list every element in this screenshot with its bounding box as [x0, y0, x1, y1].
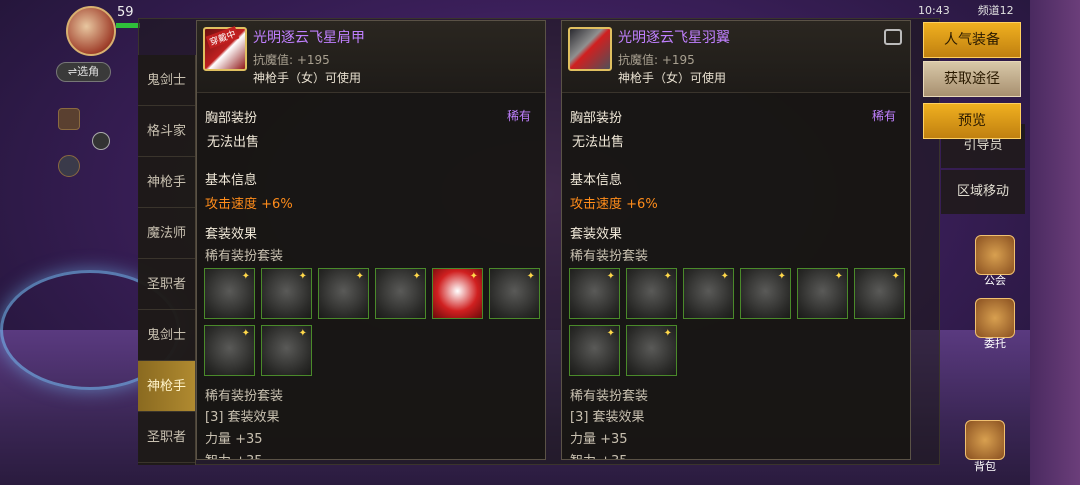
stat-intelligence: 智力 +35 — [205, 450, 263, 459]
background-pillar — [1030, 0, 1080, 485]
class-item[interactable]: 魔法师 — [138, 208, 195, 259]
attack-speed: 攻击速度 +6% — [570, 193, 658, 212]
friends-icon[interactable] — [58, 155, 80, 177]
class-item[interactable]: 圣职者 — [138, 412, 195, 463]
item-stat: 抗魔值: +195 — [253, 53, 330, 67]
set-item-slot[interactable] — [489, 268, 540, 319]
item-stat: 抗魔值: +195 — [618, 53, 695, 67]
equipped-item-tooltip: 穿戴中 光明逐云飞星肩甲 抗魔值: +195 神枪手（女）可使用 胸部装扮 稀有… — [196, 20, 546, 460]
set-item-slot[interactable] — [797, 268, 848, 319]
set-item-slot[interactable] — [261, 325, 312, 376]
item-rarity: 稀有 — [506, 109, 531, 123]
set-effect-heading: 套装效果 — [570, 227, 623, 242]
guild-icon[interactable] — [975, 235, 1015, 275]
set-name-2: 稀有装扮套装 — [570, 389, 649, 404]
character-class-list: 鬼剑士 格斗家 神枪手 魔法师 圣职者 鬼剑士 神枪手 圣职者 — [138, 55, 196, 465]
class-item[interactable]: 圣职者 — [138, 259, 195, 310]
stat-strength: 力量 +35 — [570, 432, 628, 447]
attack-speed-label: 攻击速度 — [205, 197, 258, 212]
basic-info-heading: 基本信息 — [205, 173, 258, 188]
set-name-2: 稀有装扮套装 — [205, 389, 284, 404]
switch-role-button[interactable]: ⇌选角 — [56, 62, 111, 82]
set-name: 稀有装扮套装 — [570, 249, 649, 264]
item-icon — [568, 27, 612, 71]
item-rarity: 稀有 — [871, 109, 896, 123]
item-slot: 胸部装扮 — [205, 111, 258, 126]
compare-item-tooltip: 光明逐云飞星羽翼 抗魔值: +195 神枪手（女）可使用 胸部装扮 稀有 无法出… — [561, 20, 911, 460]
set-item-slot[interactable] — [569, 325, 620, 376]
stat-strength: 力量 +35 — [205, 432, 263, 447]
equipped-tag: 穿戴中 — [205, 26, 240, 49]
basic-info-heading: 基本信息 — [570, 173, 623, 188]
set-item-slot-equipped[interactable] — [432, 268, 483, 319]
status-bar: 10:43 频道12 — [918, 2, 1014, 18]
commission-label: 委托 — [984, 337, 1006, 350]
stat-intelligence: 智力 +35 — [570, 450, 628, 459]
item-name: 光明逐云飞星肩甲 — [253, 30, 365, 46]
set-item-slot[interactable] — [204, 268, 255, 319]
item-usable-class: 神枪手（女）可使用 — [253, 71, 362, 85]
set-effect-count: [3] 套装效果 — [205, 410, 280, 425]
preview-button[interactable]: 预览 — [923, 103, 1021, 139]
commission-icon[interactable] — [975, 298, 1015, 338]
obtain-method-button[interactable]: 获取途径 — [923, 61, 1021, 97]
item-sell-status: 无法出售 — [207, 135, 260, 150]
set-item-slot[interactable] — [569, 268, 620, 319]
tooltip-header: 光明逐云飞星羽翼 抗魔值: +195 神枪手（女）可使用 — [562, 21, 910, 93]
popular-equipment-button[interactable]: 人气装备 — [923, 22, 1021, 58]
set-effect-heading: 套装效果 — [205, 227, 258, 242]
item-usable-class: 神枪手（女）可使用 — [618, 71, 727, 85]
avatar[interactable] — [66, 6, 116, 56]
share-icon[interactable] — [884, 29, 902, 45]
set-item-slot[interactable] — [261, 268, 312, 319]
class-item[interactable]: 格斗家 — [138, 106, 195, 157]
tooltip-header: 穿戴中 光明逐云飞星肩甲 抗魔值: +195 神枪手（女）可使用 — [197, 21, 545, 93]
set-item-slot[interactable] — [204, 325, 255, 376]
set-item-slot[interactable] — [318, 268, 369, 319]
set-effect-count: [3] 套装效果 — [570, 410, 645, 425]
attack-speed-value: +6% — [626, 197, 658, 212]
backpack-label: 背包 — [974, 460, 996, 473]
set-item-slot[interactable] — [683, 268, 734, 319]
item-name: 光明逐云飞星羽翼 — [618, 30, 730, 46]
set-item-slot[interactable] — [626, 268, 677, 319]
item-slot: 胸部装扮 — [570, 111, 623, 126]
class-item-selected[interactable]: 神枪手 — [138, 361, 195, 412]
status-channel: 频道12 — [977, 4, 1014, 17]
set-item-slot[interactable] — [626, 325, 677, 376]
character-icon[interactable] — [58, 108, 80, 130]
set-items-grid — [569, 268, 909, 376]
class-item[interactable]: 鬼剑士 — [138, 310, 195, 361]
class-item[interactable]: 鬼剑士 — [138, 55, 195, 106]
attack-speed-value: +6% — [261, 197, 293, 212]
set-items-grid — [204, 268, 544, 376]
status-time: 10:43 — [918, 4, 950, 17]
class-item[interactable]: 神枪手 — [138, 157, 195, 208]
item-sell-status: 无法出售 — [572, 135, 625, 150]
arrow-right-icon[interactable] — [92, 132, 110, 150]
guild-label: 公会 — [984, 274, 1006, 287]
attack-speed-label: 攻击速度 — [570, 197, 623, 212]
set-item-slot[interactable] — [375, 268, 426, 319]
set-name: 稀有装扮套装 — [205, 249, 284, 264]
attack-speed: 攻击速度 +6% — [205, 193, 293, 212]
player-level: 59 — [117, 5, 134, 20]
backpack-icon[interactable] — [965, 420, 1005, 460]
region-move-menu-item[interactable]: 区域移动 — [941, 170, 1025, 214]
set-item-slot[interactable] — [740, 268, 791, 319]
set-item-slot[interactable] — [854, 268, 905, 319]
item-icon: 穿戴中 — [203, 26, 247, 71]
hp-bar — [116, 23, 140, 28]
